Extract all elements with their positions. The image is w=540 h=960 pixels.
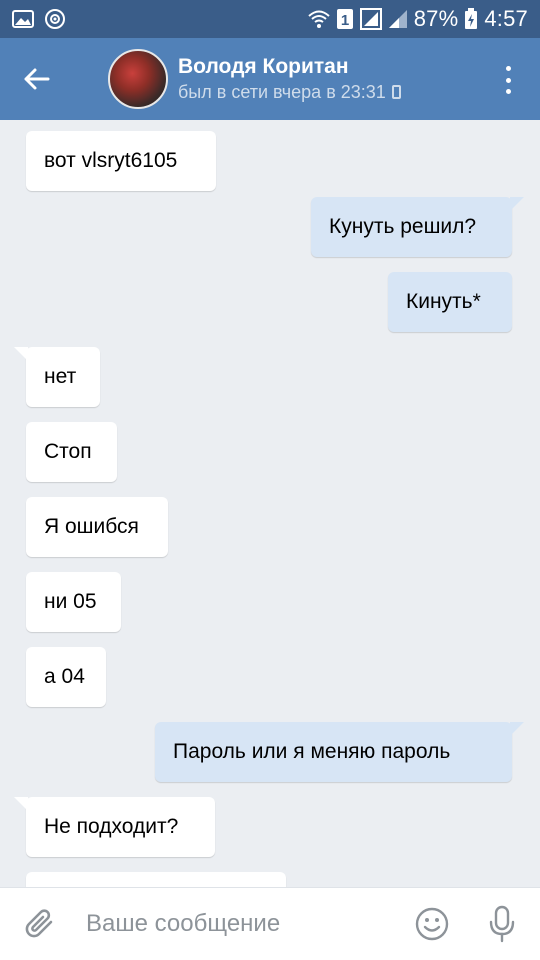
message-composer xyxy=(0,887,540,960)
chat-header: Володя Коритан был в сети вчера в 23:31 xyxy=(0,38,540,120)
message-text: вот vlsryt6105 xyxy=(26,131,216,191)
more-vert-icon-dot xyxy=(505,66,511,71)
message-text: Не подходит? xyxy=(26,797,215,857)
message-incoming[interactable]: Не подходит? xyxy=(14,797,215,857)
back-button[interactable] xyxy=(0,38,72,120)
message-incoming[interactable]: а 04 xyxy=(26,647,106,707)
clock: 4:57 xyxy=(484,6,528,31)
battery-percent: 87% xyxy=(413,6,459,31)
more-vert-icon-dot xyxy=(505,89,511,94)
microphone-icon xyxy=(489,905,515,943)
message-incoming[interactable]: Стоп xyxy=(26,422,117,482)
message-outgoing[interactable]: Пароль или я меняю пароль xyxy=(155,722,524,782)
chat-screen: 1 87% 4:57 Володя Коритан был в сети вче… xyxy=(0,0,540,960)
more-vert-icon-dot xyxy=(505,77,511,83)
message-incoming[interactable]: вот vlsryt6105 xyxy=(26,131,216,191)
message-text: Кинуть* xyxy=(388,272,512,332)
message-input[interactable] xyxy=(80,887,400,960)
last-seen-text: был в сети вчера в 23:31 xyxy=(178,82,386,102)
signal-icon-secondary xyxy=(388,9,408,29)
camera-rotate-icon xyxy=(44,8,66,30)
message-incoming[interactable]: Я ошибся xyxy=(26,497,168,557)
message-text: Кунуть решил? xyxy=(311,197,512,257)
bubble-tail xyxy=(510,197,524,211)
battery-charging-icon xyxy=(464,8,478,30)
message-text: Я ошибся xyxy=(26,497,168,557)
mobile-phone-icon xyxy=(391,85,401,99)
wifi-icon xyxy=(308,9,330,29)
image-icon xyxy=(12,10,34,28)
message-incoming[interactable] xyxy=(26,872,286,887)
message-text: Пароль или я меняю пароль xyxy=(155,722,512,782)
signal-icon xyxy=(359,8,382,30)
message-list[interactable]: вот vlsryt6105 Кунуть решил? Кинуть* нет… xyxy=(0,120,540,887)
emoji-icon xyxy=(415,907,449,941)
message-incoming[interactable]: ни 05 xyxy=(26,572,121,632)
emoji-button[interactable] xyxy=(400,888,464,960)
message-outgoing[interactable]: Кунуть решил? xyxy=(311,197,524,257)
paperclip-icon xyxy=(25,909,53,938)
message-text: Стоп xyxy=(26,422,117,482)
message-text: а 04 xyxy=(26,647,106,707)
sim-number: 1 xyxy=(341,12,349,29)
contact-info[interactable]: Володя Коритан был в сети вчера в 23:31 xyxy=(178,54,401,104)
message-text: ни 05 xyxy=(26,572,121,632)
contact-name: Володя Коритан xyxy=(178,55,349,78)
message-text: нет xyxy=(26,347,100,407)
back-arrow-icon xyxy=(24,68,50,90)
avatar[interactable] xyxy=(108,49,168,109)
attach-button[interactable] xyxy=(0,888,80,960)
voice-message-button[interactable] xyxy=(464,888,540,960)
message-incoming[interactable]: нет xyxy=(14,347,100,407)
message-outgoing[interactable]: Кинуть* xyxy=(388,272,512,332)
sim-icon: 1 xyxy=(336,8,354,30)
message-text xyxy=(26,872,286,887)
last-seen-row: был в сети вчера в 23:31 xyxy=(178,80,401,104)
bubble-tail xyxy=(14,347,28,361)
more-options-button[interactable] xyxy=(498,66,518,94)
bubble-tail xyxy=(510,722,524,736)
bubble-tail xyxy=(14,797,28,811)
status-bar: 1 87% 4:57 xyxy=(0,0,540,38)
